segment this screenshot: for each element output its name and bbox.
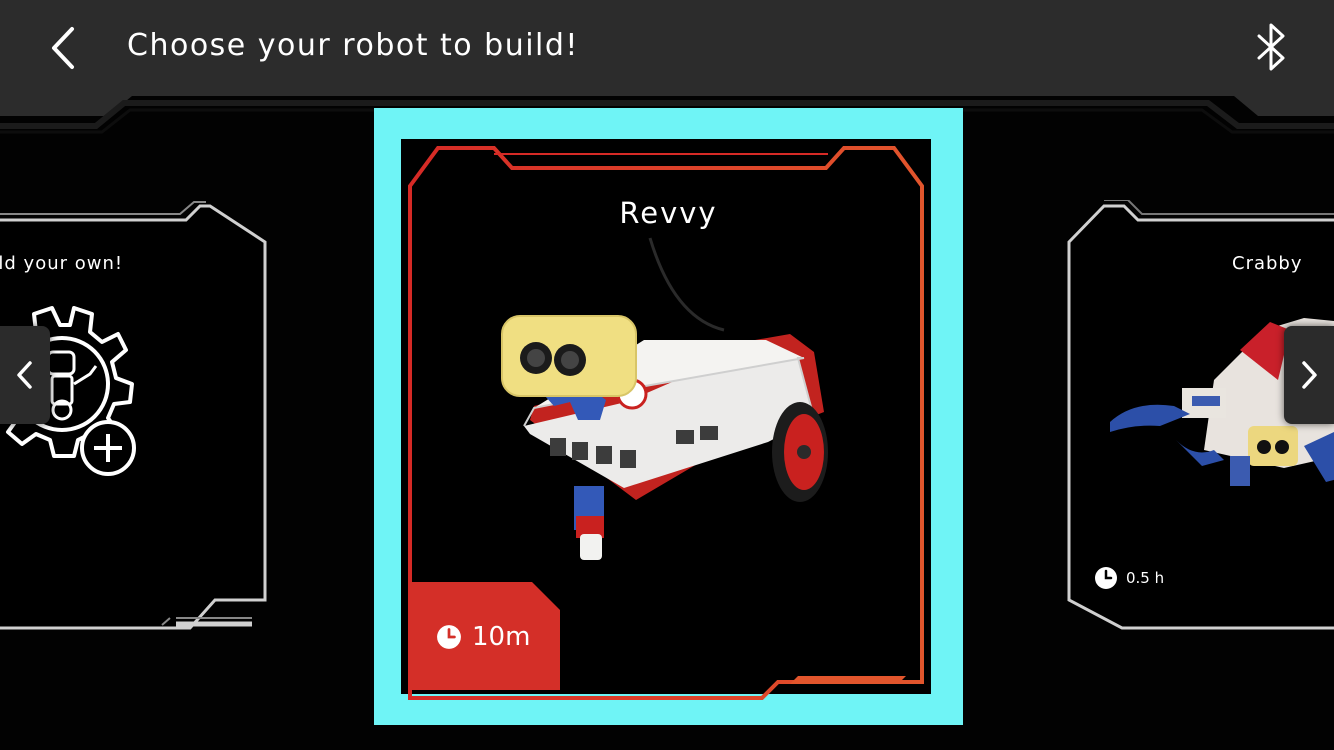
- card-label: Revvy: [619, 196, 718, 230]
- back-button[interactable]: [38, 20, 88, 76]
- chevron-right-icon: [1302, 361, 1317, 389]
- clock-icon: [1095, 567, 1117, 589]
- carousel-prev-button[interactable]: [0, 326, 50, 424]
- chevron-left-icon: [52, 27, 74, 69]
- carousel-next-button[interactable]: [1284, 326, 1334, 424]
- clock-icon: [437, 625, 461, 649]
- build-time: 0.5 h: [1126, 569, 1165, 587]
- chevron-left-icon: [17, 361, 32, 389]
- build-time-badge: 0.5 h: [1094, 566, 1164, 590]
- card-label: uild your own!: [0, 253, 124, 274]
- card-revvy-selected[interactable]: Revvy 10m: [374, 108, 963, 725]
- build-time: 10m: [472, 622, 531, 652]
- card-label: Crabby: [1232, 253, 1303, 274]
- build-time-badge: 10m: [436, 622, 530, 652]
- bluetooth-button[interactable]: [1244, 18, 1298, 76]
- page-title: Choose your robot to build!: [127, 28, 579, 63]
- bluetooth-icon: [1257, 23, 1285, 71]
- robot-selection-screen: Choose your robot to build! uild your ow…: [0, 0, 1334, 750]
